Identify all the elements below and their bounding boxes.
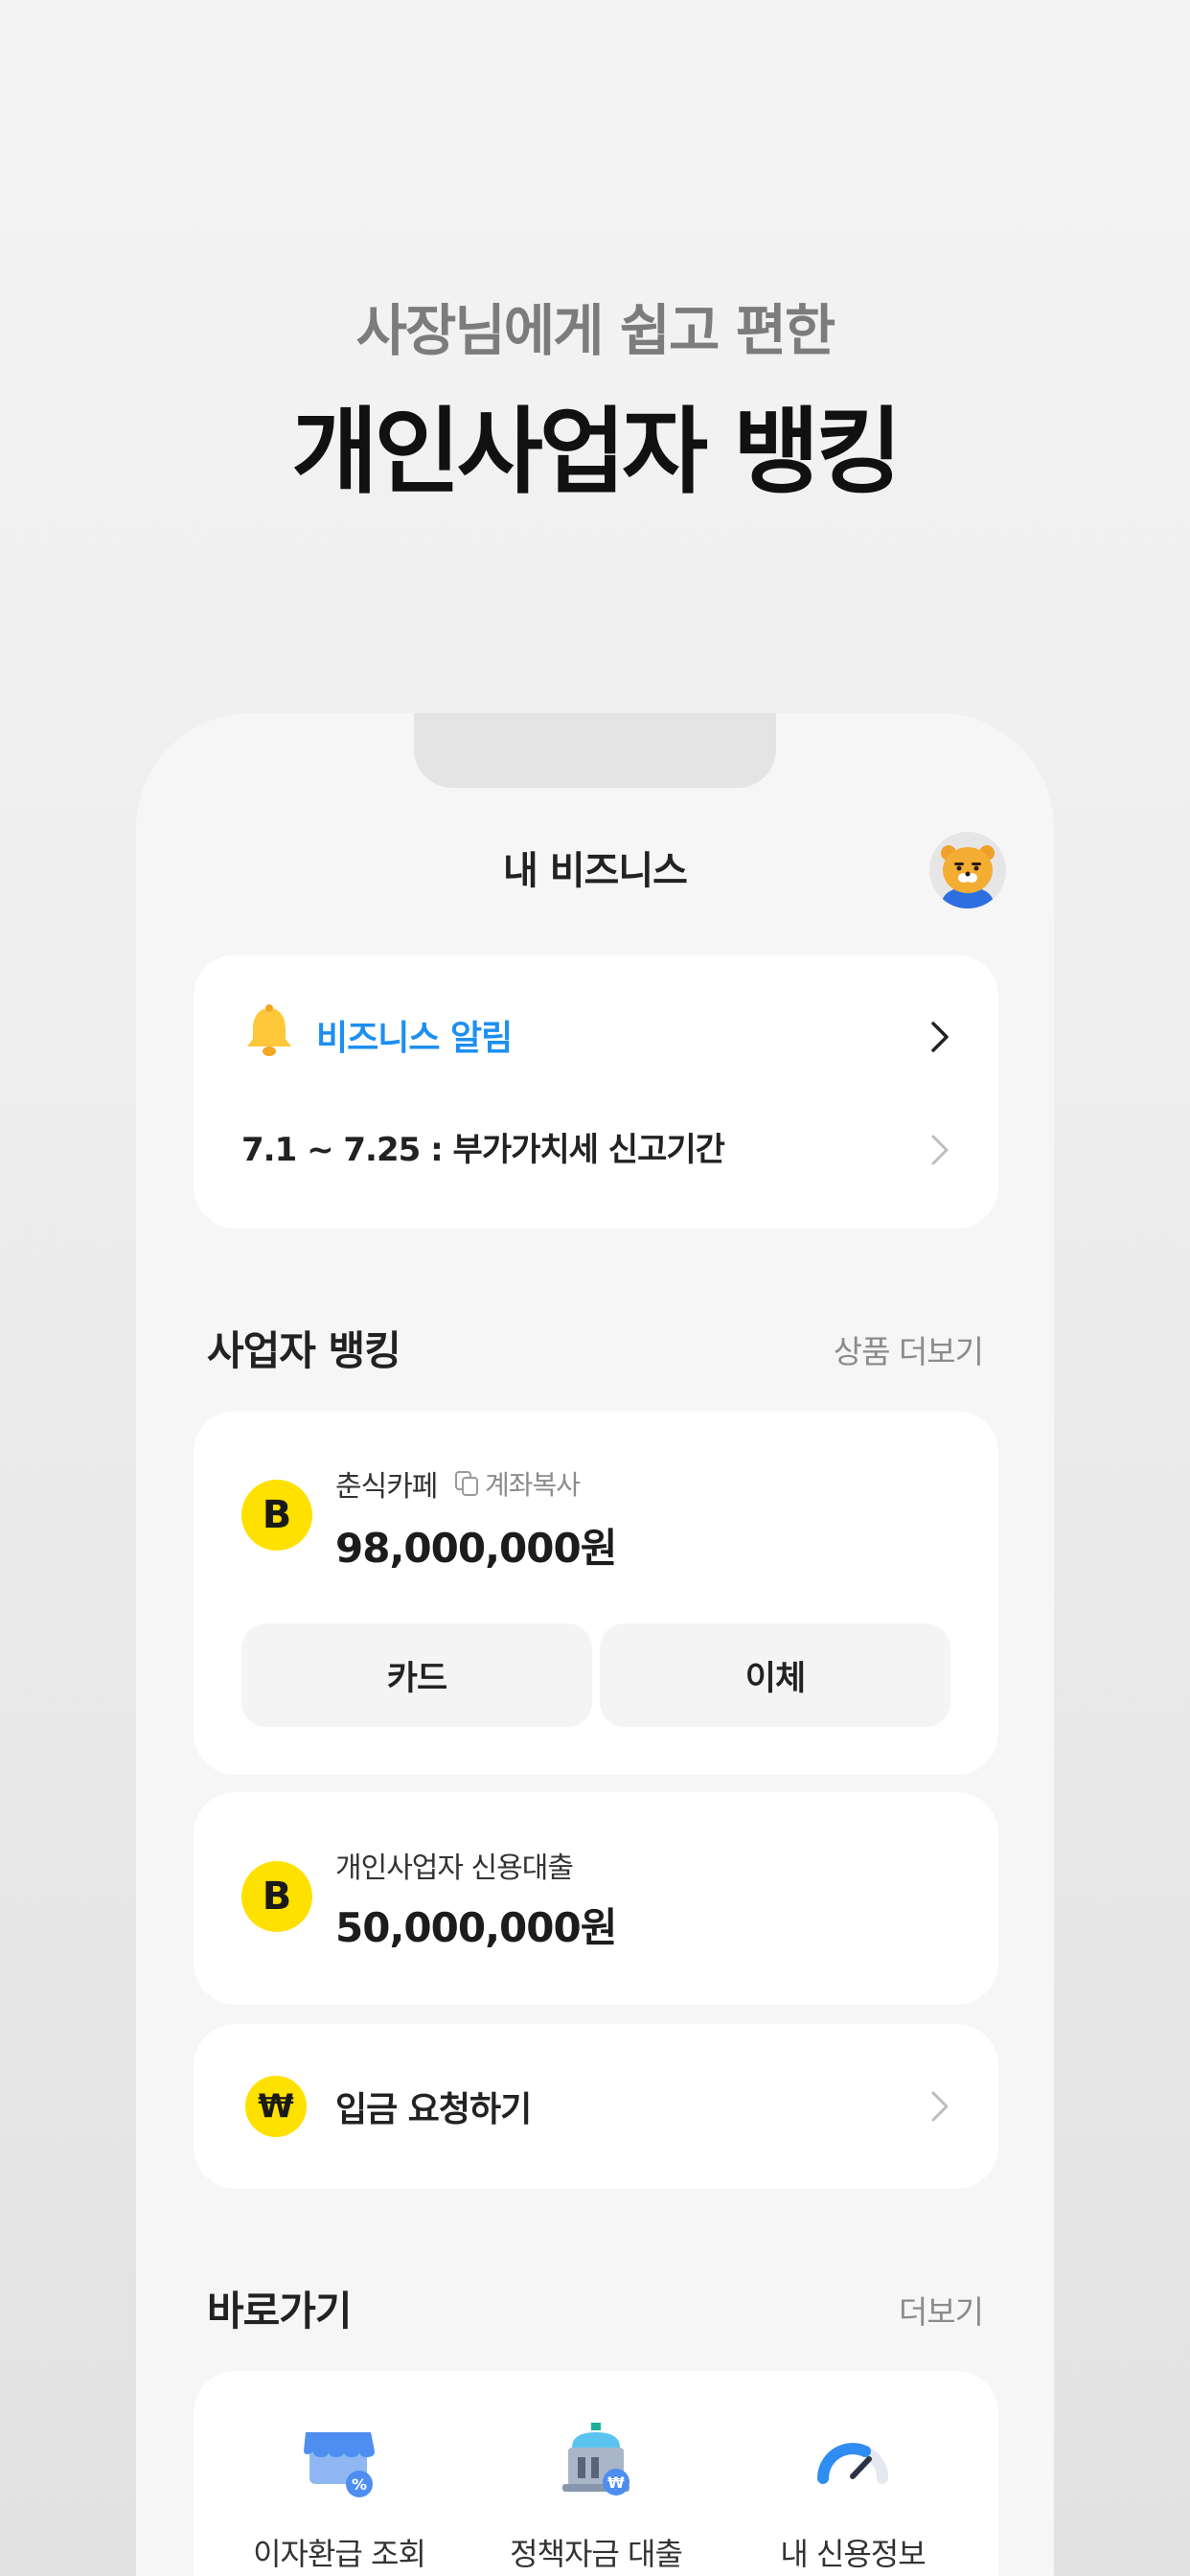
account-card[interactable]: B 춘식카페 계좌복사 98,000,000원 카드 이체 xyxy=(194,1411,998,1775)
svg-text:%: % xyxy=(352,2475,367,2494)
shortcut-label: 이자환급 조회 xyxy=(253,2536,426,2572)
won-icon: ₩ xyxy=(245,2076,307,2137)
chevron-right-icon[interactable] xyxy=(929,1133,950,1167)
loan-name: 개인사업자 신용대출 xyxy=(335,1852,574,1885)
credit-gauge-icon xyxy=(810,2419,896,2505)
loan-card[interactable]: B 개인사업자 신용대출 50,000,000원 xyxy=(194,1792,998,2005)
shortcut-credit-info[interactable]: 내 신용정보 xyxy=(719,2419,987,2574)
bank-logo-icon: B xyxy=(241,1861,312,1932)
shortcut-label: 정책자금 대출 xyxy=(510,2536,683,2572)
alarm-title[interactable]: 비즈니스 알림 xyxy=(316,1010,513,1060)
deposit-request-card[interactable]: ₩ 입금 요청하기 xyxy=(194,2024,998,2189)
promo-subtitle: 사장님에게 쉽고 편한 xyxy=(355,298,836,363)
avatar[interactable] xyxy=(929,832,1006,908)
deposit-request-label: 입금 요청하기 xyxy=(335,2090,532,2129)
shortcut-interest-refund[interactable]: % 이자환급 조회 xyxy=(205,2419,473,2574)
shortcuts-card: % 이자환급 조회 ₩ 정책자금 대출 내 신용정보 xyxy=(194,2371,998,2576)
account-name: 춘식카페 xyxy=(335,1470,438,1504)
shortcut-label: 내 신용정보 xyxy=(780,2536,926,2572)
loan-amount: 50,000,000원 xyxy=(335,1904,617,1951)
bell-icon xyxy=(243,1004,295,1058)
svg-text:₩: ₩ xyxy=(607,2473,625,2492)
store-percent-icon: % xyxy=(296,2419,382,2505)
shortcuts-more-link[interactable]: 더보기 xyxy=(899,2287,984,2333)
transfer-button[interactable]: 이체 xyxy=(600,1623,950,1727)
copy-account-label: 계좌복사 xyxy=(485,1469,581,1501)
section-title-shortcuts: 바로가기 xyxy=(207,2288,353,2334)
account-balance: 98,000,000원 xyxy=(335,1525,617,1572)
phone-notch xyxy=(414,713,776,788)
promo-title: 개인사업자 뱅킹 xyxy=(291,398,902,507)
shortcut-policy-loan[interactable]: ₩ 정책자금 대출 xyxy=(462,2419,730,2574)
bank-logo-icon: B xyxy=(241,1480,312,1551)
phone-frame: 내 비즈니스 비즈니스 알림 7.1 ~ 7.25: 부가가치세 신고기간 사… xyxy=(136,713,1054,2576)
chevron-right-icon[interactable] xyxy=(929,2089,950,2124)
alarm-item-vat-period[interactable]: 7.1 ~ 7.25 : 부가가치세 신고기간 xyxy=(241,1123,725,1170)
page-title: 내 비즈니스 xyxy=(503,849,688,893)
card-button[interactable]: 카드 xyxy=(241,1623,592,1727)
more-products-link[interactable]: 상품 더보기 xyxy=(834,1326,984,1372)
government-building-icon: ₩ xyxy=(553,2419,639,2505)
section-title-business-banking: 사업자 뱅킹 xyxy=(207,1327,401,1374)
copy-account-button[interactable]: 계좌복사 xyxy=(454,1464,581,1503)
ryan-character-avatar-icon xyxy=(941,845,995,908)
business-alarm-card: 비즈니스 알림 7.1 ~ 7.25 : 부가가치세 신고기간 xyxy=(194,954,998,1229)
copy-icon xyxy=(455,1471,478,1496)
chevron-right-icon[interactable] xyxy=(929,1020,950,1054)
